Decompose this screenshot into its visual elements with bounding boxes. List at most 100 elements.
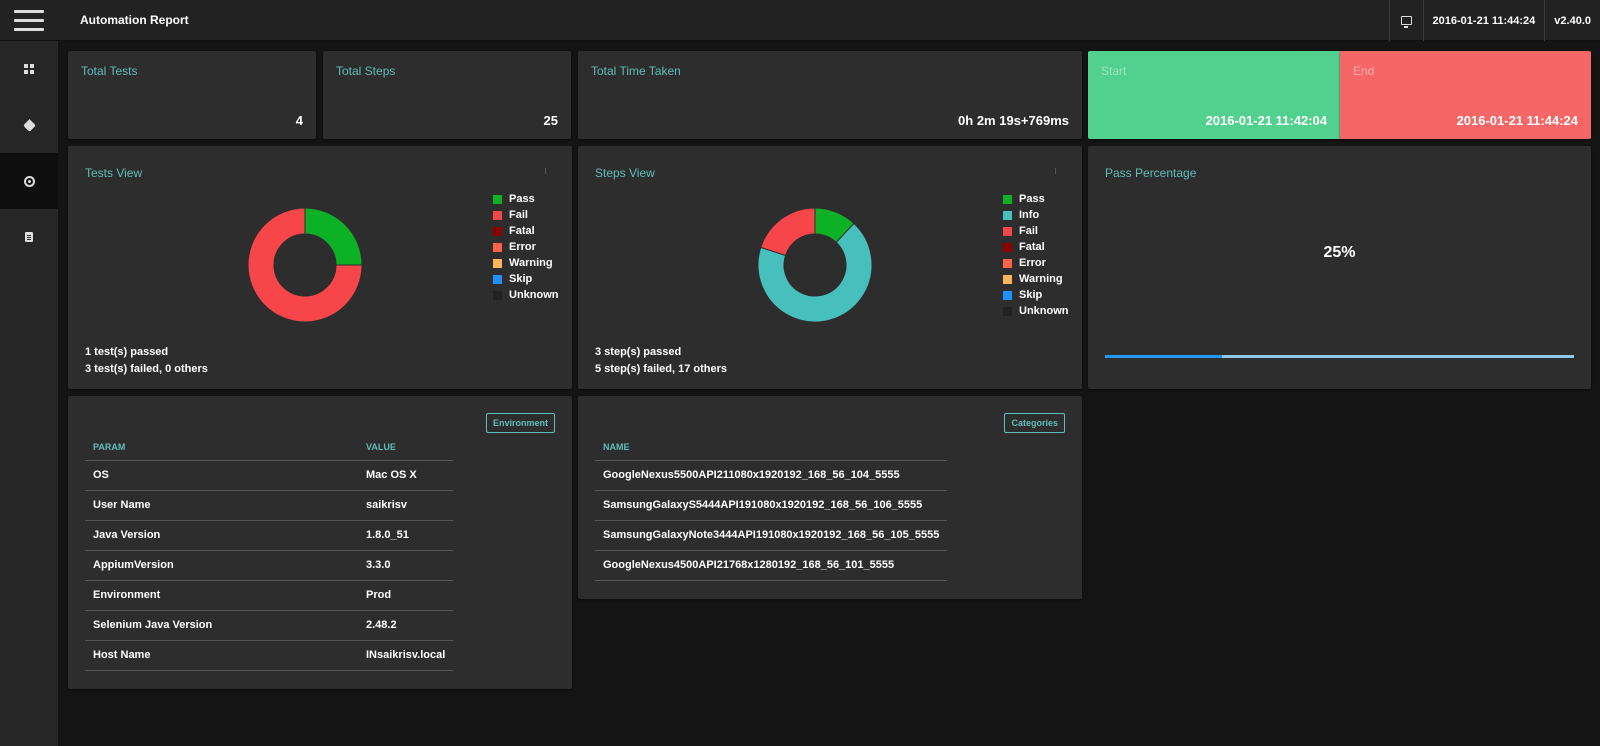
env-param: AppiumVersion <box>85 550 358 581</box>
legend-label: Fail <box>509 209 528 221</box>
table-row: User Name saikrisv <box>85 490 454 521</box>
legend-item-unknown[interactable]: Unknown <box>493 287 559 303</box>
legend-label: Error <box>509 241 536 253</box>
steps-summary: 3 step(s) passed 5 step(s) failed, 17 ot… <box>595 344 727 378</box>
table-row: GoogleNexus4500API21768x1280192_168_56_1… <box>595 550 948 581</box>
env-value: Mac OS X <box>358 460 454 491</box>
tests-summary: 1 test(s) passed 3 test(s) failed, 0 oth… <box>85 344 208 378</box>
env-value: INsaikrisv.local <box>358 640 454 671</box>
legend-swatch <box>1003 290 1012 300</box>
sidebar-item-dashboard[interactable] <box>0 41 58 97</box>
sidebar-item-overview[interactable] <box>0 153 58 209</box>
environment-header-row: PARAM VALUE <box>85 434 454 461</box>
legend-swatch <box>493 242 502 252</box>
table-row: Java Version 1.8.0_51 <box>85 520 454 551</box>
hamburger-menu-icon[interactable] <box>0 0 58 41</box>
categories-header-row: NAME <box>595 434 948 461</box>
env-param: Host Name <box>85 640 358 671</box>
tests-view-card: Tests View Pass Fail Fatal Error Warning Skip… <box>68 146 572 389</box>
monitor-button[interactable] <box>1388 0 1423 41</box>
legend-swatch <box>1003 274 1012 284</box>
pass-percentage-value: 25% <box>1323 244 1356 261</box>
table-row: SamsungGalaxyNote3444API191080x1920192_1… <box>595 520 948 551</box>
table-row: Host Name INsaikrisv.local <box>85 640 454 671</box>
donut-slice-fail[interactable] <box>760 207 816 257</box>
report-datetime: 2016-01-21 11:44:24 <box>1422 0 1545 41</box>
legend-item-pass[interactable]: Pass <box>493 191 559 207</box>
legend-item-error[interactable]: Error <box>493 239 559 255</box>
steps-summary-failed: 5 step(s) failed, 17 others <box>595 363 728 375</box>
legend-item-skip[interactable]: Skip <box>493 271 559 287</box>
environment-table: PARAM VALUE OS Mac OS X User Name saikrisv… <box>85 434 454 671</box>
environment-card: Environment PARAM VALUE OS Mac OS X User … <box>68 396 572 689</box>
legend-label: Fail <box>1019 225 1038 237</box>
env-value: 1.8.0_51 <box>358 520 454 551</box>
steps-view-card: Steps View Pass Info Fail Fatal Error Warning… <box>578 146 1082 389</box>
tests-summary-failed: 3 test(s) failed, 0 others <box>85 363 208 375</box>
table-row: Environment Prod <box>85 580 454 611</box>
legend-item-unknown[interactable]: Unknown <box>1003 303 1069 319</box>
legend-item-error[interactable]: Error <box>1003 255 1069 271</box>
app-title: Automation Report <box>80 13 189 27</box>
legend-item-warning[interactable]: Warning <box>1003 271 1069 287</box>
monitor-icon <box>1400 16 1412 28</box>
sidebar-item-logs[interactable] <box>0 209 58 265</box>
environment-button[interactable]: Environment <box>485 413 555 433</box>
legend-swatch <box>1003 258 1012 268</box>
legend-item-skip[interactable]: Skip <box>1003 287 1069 303</box>
table-row: AppiumVersion 3.3.0 <box>85 550 454 581</box>
legend-item-pass[interactable]: Pass <box>1003 191 1069 207</box>
legend-item-fatal[interactable]: Fatal <box>1003 239 1069 255</box>
total-steps-label: Total Steps <box>336 64 396 78</box>
total-time-label: Total Time Taken <box>591 64 681 78</box>
categories-button[interactable]: Categories <box>1004 413 1065 433</box>
version-label: v2.40.0 <box>1544 0 1600 41</box>
category-name: GoogleNexus4500API21768x1280192_168_56_1… <box>595 550 948 581</box>
env-param: Java Version <box>85 520 358 551</box>
legend-swatch <box>1003 226 1012 236</box>
dashboard-icon <box>24 64 34 74</box>
donut-slice-pass[interactable] <box>304 207 363 266</box>
total-steps-card: Total Steps 25 <box>323 51 571 139</box>
env-value: 2.48.2 <box>358 610 454 641</box>
legend-label: Fatal <box>1019 241 1045 253</box>
total-time-value: 0h 2m 19s+769ms <box>958 113 1069 128</box>
legend-item-fatal[interactable]: Fatal <box>493 223 559 239</box>
legend-item-info[interactable]: Info <box>1003 207 1069 223</box>
pass-percentage-title: Pass Percentage <box>1105 166 1197 180</box>
sidebar-item-categories[interactable] <box>0 97 58 153</box>
category-name: SamsungGalaxyNote3444API191080x1920192_1… <box>595 520 948 551</box>
categories-table: NAME GoogleNexus5500API211080x1920192_16… <box>595 434 948 581</box>
tests-legend: Pass Fail Fatal Error Warning Skip Unknown <box>493 191 559 303</box>
table-row: OS Mac OS X <box>85 460 454 491</box>
legend-swatch <box>1003 210 1012 220</box>
legend-swatch <box>493 210 502 220</box>
tag-icon <box>22 118 36 132</box>
table-row: Selenium Java Version 2.48.2 <box>85 610 454 641</box>
legend-swatch <box>493 194 502 204</box>
total-tests-value: 4 <box>295 113 303 128</box>
legend-item-fail[interactable]: Fail <box>493 207 559 223</box>
table-row: SamsungGalaxyS5444API191080x1920192_168_… <box>595 490 948 521</box>
legend-item-warning[interactable]: Warning <box>493 255 559 271</box>
total-tests-label: Total Tests <box>81 64 138 78</box>
legend-label: Fatal <box>509 225 535 237</box>
legend-item-fail[interactable]: Fail <box>1003 223 1069 239</box>
legend-label: Warning <box>509 257 553 269</box>
end-time-card: End 2016-01-21 11:44:24 <box>1340 51 1591 139</box>
env-param: Environment <box>85 580 358 611</box>
start-label: Start <box>1101 64 1127 78</box>
env-value: 3.3.0 <box>358 550 454 581</box>
legend-swatch <box>1003 306 1012 316</box>
total-tests-card: Total Tests 4 <box>68 51 316 139</box>
legend-label: Info <box>1019 209 1040 221</box>
env-param: Selenium Java Version <box>85 610 358 641</box>
steps-view-title: Steps View <box>595 166 655 180</box>
radar-icon <box>23 175 35 187</box>
legend-label: Unknown <box>1019 305 1069 317</box>
total-time-card: Total Time Taken 0h 2m 19s+769ms <box>578 51 1082 139</box>
tests-view-title: Tests View <box>85 166 143 180</box>
legend-swatch <box>493 274 502 284</box>
pass-progress-bar <box>1105 355 1574 358</box>
legend-label: Skip <box>1019 289 1043 301</box>
